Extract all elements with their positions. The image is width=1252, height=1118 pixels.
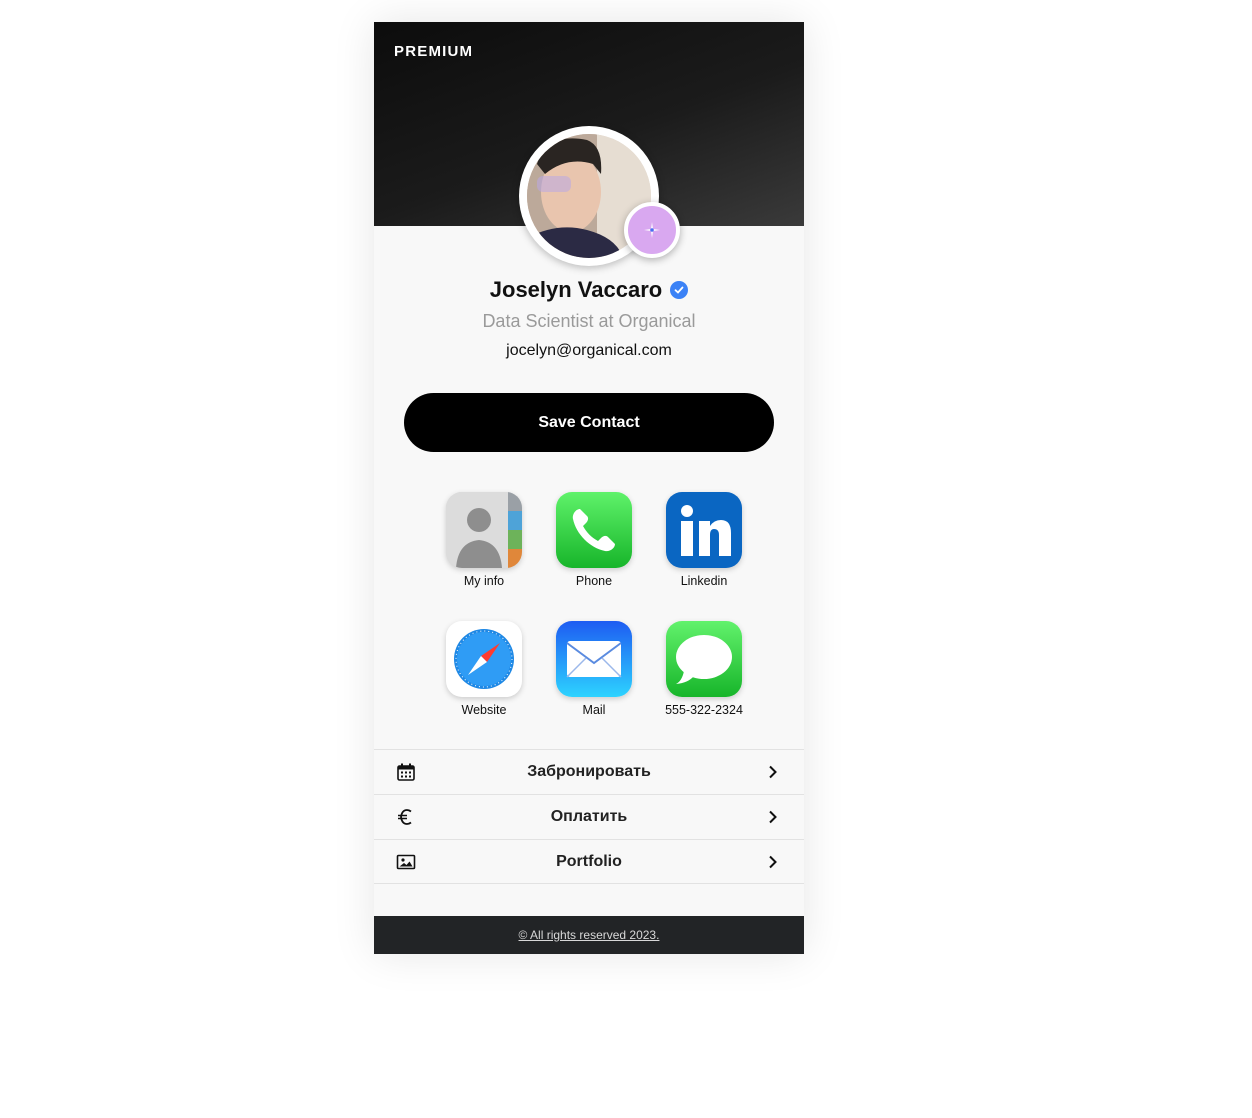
menu-label: Portfolio: [556, 852, 622, 870]
premium-badge: PREMIUM: [394, 43, 474, 60]
page-footer: © All rights reserved 2023.: [374, 916, 804, 954]
app-website[interactable]: Website: [429, 621, 539, 717]
app-my-info[interactable]: My info: [429, 492, 539, 588]
copyright-link[interactable]: © All rights reserved 2023.: [519, 928, 660, 942]
app-messages[interactable]: 555-322-2324: [649, 621, 759, 717]
add-contact-button[interactable]: [624, 202, 680, 258]
phone-icon: [556, 492, 632, 568]
name-row: Joselyn Vaccaro: [374, 277, 804, 303]
image-icon: [396, 854, 416, 870]
profile-name: Joselyn Vaccaro: [489, 277, 663, 302]
menu-label: Оплатить: [550, 808, 628, 825]
app-label: Website: [461, 703, 507, 717]
app-label: My info: [463, 574, 505, 588]
app-mail[interactable]: Mail: [539, 621, 649, 717]
profile-card: PREMIUM Joselyn Vaccaro Data Scientist a…: [374, 22, 804, 954]
app-label: Linkedin: [680, 574, 728, 588]
calendar-icon: [397, 763, 415, 781]
menu-item-book[interactable]: Забронировать: [374, 749, 804, 794]
mail-icon: [556, 621, 632, 697]
chevron-right-icon: [769, 765, 777, 779]
profile-title: Data Scientist at Organical: [482, 311, 696, 331]
menu-item-pay[interactable]: Оплатить: [374, 794, 804, 839]
chevron-right-icon: [769, 810, 777, 824]
app-label: Phone: [575, 574, 613, 588]
linkedin-icon: [666, 492, 742, 568]
contacts-icon: [446, 492, 522, 568]
app-phone[interactable]: Phone: [539, 492, 649, 588]
chevron-right-icon: [769, 855, 777, 869]
app-linkedin[interactable]: Linkedin: [649, 492, 759, 588]
safari-icon: [446, 621, 522, 697]
messages-icon: [666, 621, 742, 697]
link-menu: Забронировать Оплатить Portfolio: [374, 749, 804, 884]
profile-email[interactable]: jocelyn@organical.com: [374, 342, 804, 360]
save-contact-button[interactable]: Save Contact: [404, 393, 774, 452]
sparkle-icon: [644, 222, 660, 238]
app-label: Mail: [582, 703, 606, 717]
menu-label: Забронировать: [527, 763, 651, 780]
app-label: 555-322-2324: [665, 703, 743, 717]
euro-icon: [398, 809, 412, 825]
verified-icon: [670, 281, 689, 299]
menu-item-portfolio[interactable]: Portfolio: [374, 839, 804, 884]
